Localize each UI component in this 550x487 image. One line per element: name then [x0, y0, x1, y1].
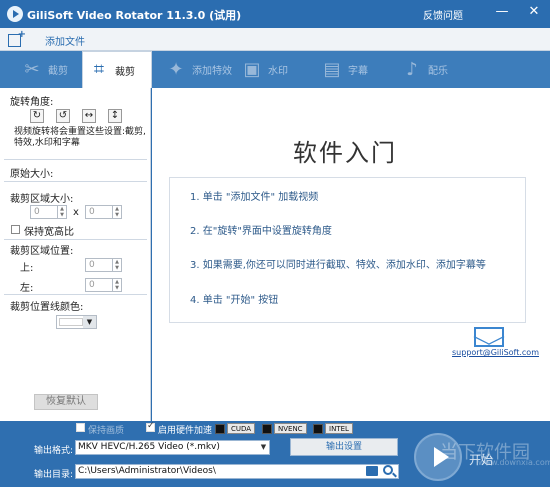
gpu-chip-icon [215, 423, 225, 434]
cuda-label: CUDA [227, 423, 256, 434]
music-note-icon: ♪ [406, 58, 418, 80]
output-settings-button[interactable]: 输出设置 [290, 438, 398, 456]
step-2: 2. 在"旋转"界面中设置旋转角度 [190, 226, 332, 237]
tab-effects-label: 添加特效 [192, 66, 232, 77]
divider [4, 294, 147, 295]
left-label: 左: [20, 283, 34, 294]
reset-defaults-button[interactable]: 恢复默认 [34, 394, 98, 410]
rotate-angle-label: 旋转角度: [10, 97, 54, 108]
tab-bar: ✂ 截剪 ⌗ 裁剪 ✦ 添加特效 ▣ 水印 ▤ 字幕 ♪ 配乐 [0, 51, 550, 88]
crop-height-input[interactable]: 0 ▲ ▼ [85, 205, 122, 219]
app-logo-icon [7, 6, 23, 22]
flip-vertical-button[interactable]: ↕ [108, 109, 122, 123]
crop-width-value: 0 [34, 207, 40, 217]
output-format-select[interactable]: MKV HEVC/H.265 Video (*.mkv) ▼ [75, 440, 270, 455]
step-3: 3. 如果需要,你还可以同时进行截取、特效、添加水印、添加字幕等 [190, 260, 486, 271]
tab-watermark-label: 水印 [268, 66, 288, 77]
crop-size-label: 裁剪区域大小: [10, 194, 74, 205]
search-icon[interactable] [383, 465, 393, 475]
stepper-arrows-icon[interactable]: ▲ ▼ [112, 279, 121, 291]
mail-icon[interactable] [474, 327, 504, 347]
gpu-chip-icon [262, 423, 272, 434]
hw-accel-label: 启用硬件加速 [158, 426, 213, 436]
add-file-button[interactable]: 添加文件 [8, 29, 85, 48]
tab-subtitle-label: 字幕 [348, 66, 368, 77]
crop-top-input[interactable]: 0 ▲ ▼ [85, 258, 122, 272]
output-dir-field[interactable]: C:\Users\Administrator\Videos\ [75, 464, 399, 479]
crop-position-label: 裁剪区域位置: [10, 246, 74, 257]
scissors-icon: ✂ [24, 58, 40, 80]
chevron-down-icon[interactable]: ▼ [258, 441, 269, 454]
intel-option[interactable]: INTEL [313, 423, 353, 434]
line-color-label: 裁剪位置线颜色: [10, 302, 84, 313]
tab-crop-label: 裁剪 [115, 66, 135, 78]
tab-music-label: 配乐 [428, 66, 448, 77]
crop-icon: ⌗ [93, 59, 105, 80]
flip-horizontal-button[interactable]: ↔ [82, 109, 96, 123]
nvenc-label: NVENC [274, 423, 307, 434]
add-file-label: 添加文件 [45, 36, 85, 48]
stepper-arrows-icon[interactable]: ▲ ▼ [57, 206, 66, 218]
divider [4, 239, 147, 240]
folder-icon[interactable] [366, 466, 378, 476]
top-label: 上: [20, 263, 34, 274]
keep-aspect-label: 保持宽高比 [24, 227, 74, 238]
rotate-counterclockwise-icon: ↺ [58, 110, 68, 121]
tab-crop[interactable]: ⌗ 裁剪 [82, 51, 152, 88]
line-color-picker[interactable]: ▼ [56, 315, 97, 329]
window-title: GiliSoft Video Rotator 11.3.0 (试用) [27, 9, 242, 22]
close-button[interactable]: ✕ [526, 4, 542, 20]
crop-top-value: 0 [89, 260, 95, 270]
rotate-clockwise-icon: ↻ [32, 110, 42, 121]
cuda-option[interactable]: CUDA [215, 423, 256, 434]
crop-width-input[interactable]: 0 ▲ ▼ [30, 205, 67, 219]
support-email-link[interactable]: support@GiliSoft.com [452, 348, 539, 357]
subtitle-film-icon: ▤ [323, 58, 341, 80]
output-format-value: MKV HEVC/H.265 Video (*.mkv) [78, 442, 220, 452]
title-bar: GiliSoft Video Rotator 11.3.0 (试用) 反馈问题 … [0, 0, 550, 28]
rotate-clockwise-button[interactable]: ↻ [30, 109, 44, 123]
site-watermark-url: www.downxia.com [478, 458, 550, 467]
crop-height-value: 0 [89, 207, 95, 217]
tab-music[interactable]: ♪ 配乐 [396, 51, 466, 88]
chevron-down-icon[interactable]: ▼ [83, 316, 96, 328]
divider [4, 181, 147, 182]
watermark-icon: ▣ [243, 58, 261, 80]
tab-trim[interactable]: ✂ 截剪 [16, 51, 82, 88]
stepper-arrows-icon[interactable]: ▲ ▼ [112, 259, 121, 271]
color-swatch [59, 318, 83, 326]
keep-aspect-checkbox[interactable] [11, 225, 20, 234]
step-1: 1. 单击 "添加文件" 加载视频 [190, 192, 319, 203]
getting-started-title: 软件入门 [293, 139, 397, 167]
tab-watermark[interactable]: ▣ 水印 [236, 51, 306, 88]
tab-effects[interactable]: ✦ 添加特效 [160, 51, 246, 88]
tab-subtitle[interactable]: ▤ 字幕 [316, 51, 386, 88]
lossless-checkbox[interactable] [76, 423, 85, 432]
minimize-button[interactable]: — [494, 4, 510, 20]
effects-wand-icon: ✦ [168, 58, 184, 80]
output-format-label: 输出格式: [34, 446, 74, 456]
size-separator: x [73, 207, 79, 218]
flip-vertical-icon: ↕ [110, 110, 120, 121]
rotate-note: 视频旋转将会重置这些设置:截剪, 特效,水印和字幕 [14, 127, 146, 148]
divider [4, 159, 147, 160]
toolbar: 添加文件 [0, 28, 550, 51]
feedback-link[interactable]: 反馈问题 [423, 7, 463, 22]
crop-left-value: 0 [89, 280, 95, 290]
step-4: 4. 单击 "开始" 按钮 [190, 295, 279, 306]
check-icon: ✓ [147, 421, 155, 431]
tab-trim-label: 截剪 [48, 66, 68, 77]
gpu-chip-icon [313, 423, 323, 434]
lossless-label: 保持画质 [88, 426, 125, 436]
original-size-label: 原始大小: [10, 169, 54, 180]
add-file-icon [8, 29, 26, 47]
stepper-arrows-icon[interactable]: ▲ ▼ [112, 206, 121, 218]
nvenc-option[interactable]: NVENC [262, 423, 307, 434]
flip-horizontal-icon: ↔ [84, 110, 94, 121]
hw-accel-checkbox[interactable]: ✓ [146, 421, 155, 432]
output-dir-label: 输出目录: [34, 470, 74, 480]
intel-label: INTEL [325, 423, 353, 434]
crop-left-input[interactable]: 0 ▲ ▼ [85, 278, 122, 292]
rotate-counterclockwise-button[interactable]: ↺ [56, 109, 70, 123]
